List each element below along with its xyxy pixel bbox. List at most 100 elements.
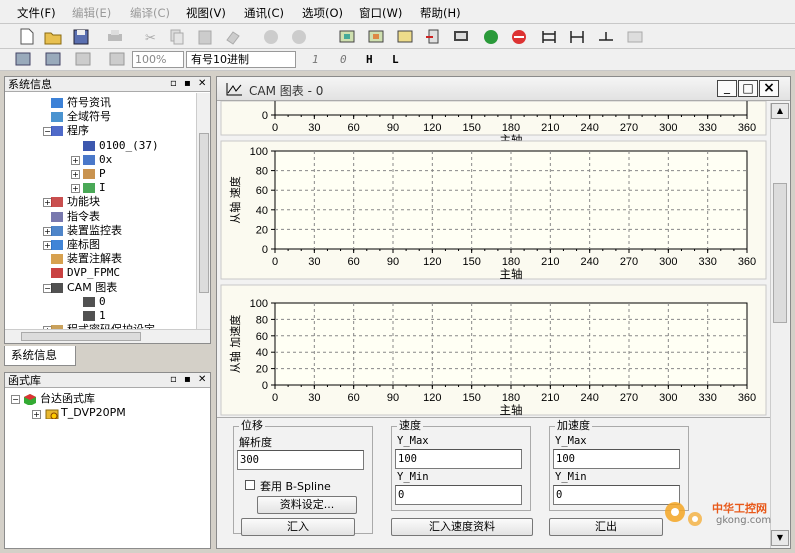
menu-item[interactable]: 窗口(W) [359, 5, 402, 21]
stop-icon[interactable] [510, 28, 528, 45]
accel-ymin-label: Y_Min [555, 471, 587, 483]
tree-hscroll-thumb[interactable] [21, 332, 141, 341]
panel-float-icon[interactable]: ▫ [170, 374, 177, 386]
panel-pin-icon[interactable]: ▪ [184, 374, 191, 386]
tree-item[interactable]: 装置注解表 [67, 252, 122, 266]
compare-icon[interactable] [396, 28, 414, 45]
new-file-icon[interactable] [18, 28, 36, 45]
data-settings-button[interactable]: 资料设定... [257, 496, 357, 514]
plc-download-icon[interactable] [338, 28, 356, 45]
tree-item[interactable]: 0x [99, 153, 112, 167]
main-toolbar: ✂ [0, 24, 795, 49]
speed-ymin-input[interactable]: 0 [395, 485, 522, 505]
tree-item[interactable]: 0 [99, 295, 106, 309]
redo-icon[interactable] [290, 28, 308, 45]
menu-item[interactable]: 通讯(C) [244, 5, 284, 21]
panel-close-icon[interactable]: ✕ [198, 374, 206, 386]
bit-off-button[interactable]: 0 [340, 53, 347, 66]
y-tick-label: 20 [256, 364, 268, 376]
tree-item[interactable]: 座标图 [67, 238, 100, 252]
accel-ymax-input[interactable]: 100 [553, 449, 680, 469]
library-item[interactable]: 台达函式库 [40, 392, 95, 406]
cam-vscroll-thumb[interactable] [773, 183, 787, 323]
print-icon[interactable] [106, 28, 124, 45]
expand-toggle[interactable]: + [71, 155, 80, 165]
resolution-input[interactable]: 300 [237, 450, 364, 470]
tree-item[interactable]: 程序 [67, 124, 89, 138]
transfer-icon[interactable] [424, 28, 442, 45]
open-folder-icon[interactable] [44, 28, 62, 45]
export-button[interactable]: 汇出 [549, 518, 663, 536]
zoom-out-icon[interactable] [44, 51, 62, 68]
tree-item[interactable]: 指令表 [67, 210, 100, 224]
zoom-in-icon[interactable] [14, 51, 32, 68]
tree-item[interactable]: 全域符号 [67, 110, 111, 124]
tree-item[interactable]: P [99, 167, 106, 181]
menu-item[interactable]: 选项(O) [302, 5, 343, 21]
y-tick-label: 40 [256, 205, 268, 217]
library-item[interactable]: T_DVP20PM [61, 406, 126, 420]
tree-item[interactable]: DVP_FPMC [67, 266, 120, 280]
panel-close-icon[interactable]: ✕ [198, 78, 206, 90]
bit-on-button[interactable]: 1 [312, 53, 319, 66]
panel-float-icon[interactable]: ▫ [170, 78, 177, 90]
x-tick-label: 330 [698, 392, 716, 404]
set-high-button[interactable]: H [366, 53, 373, 66]
zoom-select[interactable]: 100% [132, 51, 184, 68]
tree-item[interactable]: CAM 图表 [67, 281, 117, 295]
cam-vscrollbar[interactable]: ▲ ▼ [770, 103, 789, 548]
comment-icon[interactable] [626, 28, 644, 45]
undo-icon[interactable] [262, 28, 280, 45]
tree-item[interactable]: 0100_(37) [99, 139, 159, 153]
menu-item[interactable]: 文件(F) [17, 5, 56, 21]
panel-pin-icon[interactable]: ▪ [184, 78, 191, 90]
scroll-up-arrow[interactable]: ▲ [771, 103, 789, 119]
expand-toggle[interactable]: + [32, 410, 41, 419]
expand-toggle[interactable]: + [71, 184, 80, 194]
tree-vscrollbar[interactable] [196, 93, 210, 329]
plc-upload-icon[interactable] [367, 28, 385, 45]
x-tick-label: 30 [308, 392, 320, 404]
menu-item[interactable]: 编辑(E) [72, 5, 111, 21]
tree-vscroll-thumb[interactable] [199, 133, 209, 293]
number-format-select[interactable]: 有号10进制 [186, 51, 296, 68]
y-tick-label: 0 [262, 244, 268, 256]
ladder-alt-icon[interactable] [568, 28, 586, 45]
x-tick-label: 120 [423, 122, 441, 134]
import-button[interactable]: 汇入 [241, 518, 355, 536]
menu-bar: 文件(F) 编辑(E) 编译(C) 视图(V) 通讯(C) 选项(O) 窗口(W) 帮助(H) [0, 0, 795, 24]
tree-item[interactable]: 1 [99, 309, 106, 323]
cut-icon[interactable]: ✂ [142, 28, 160, 45]
menu-item[interactable]: 编译(C) [130, 5, 170, 21]
import-speed-button[interactable]: 汇入速度资料 [391, 518, 533, 536]
close-button[interactable]: × [759, 80, 779, 97]
tree-hscrollbar[interactable] [5, 329, 210, 343]
monitor-icon[interactable] [452, 28, 470, 45]
zoom-fit-icon[interactable] [74, 51, 92, 68]
tree-item[interactable]: 功能块 [67, 195, 100, 209]
menu-item[interactable]: 帮助(H) [420, 5, 461, 21]
tree-item[interactable]: I [99, 181, 106, 195]
save-icon[interactable] [72, 28, 90, 45]
bspline-checkbox[interactable] [245, 480, 255, 490]
tab-system-info[interactable]: 系统信息 [4, 346, 76, 366]
expand-toggle[interactable]: + [71, 170, 80, 179]
speed-ymax-input[interactable]: 100 [395, 449, 522, 469]
set-low-button[interactable]: L [392, 53, 399, 66]
copy-icon[interactable] [168, 28, 186, 45]
maximize-button[interactable]: □ [738, 80, 758, 97]
cam-window-titlebar: CAM 图表 - 0 _ □ × [217, 77, 790, 101]
network-icon[interactable] [597, 28, 615, 45]
ladder-icon[interactable] [540, 28, 558, 45]
zoom-select-icon[interactable] [108, 51, 126, 68]
menu-item[interactable]: 视图(V) [186, 5, 226, 21]
paste-icon[interactable] [196, 28, 214, 45]
erase-icon[interactable] [224, 28, 242, 45]
expand-toggle[interactable]: − [11, 395, 20, 404]
tree-item[interactable]: 装置监控表 [67, 224, 122, 238]
scroll-down-arrow[interactable]: ▼ [771, 530, 789, 546]
run-icon[interactable] [482, 28, 500, 45]
y-tick-label: 20 [256, 224, 268, 236]
minimize-button[interactable]: _ [717, 80, 737, 97]
tree-item[interactable]: 符号资讯 [67, 96, 111, 110]
